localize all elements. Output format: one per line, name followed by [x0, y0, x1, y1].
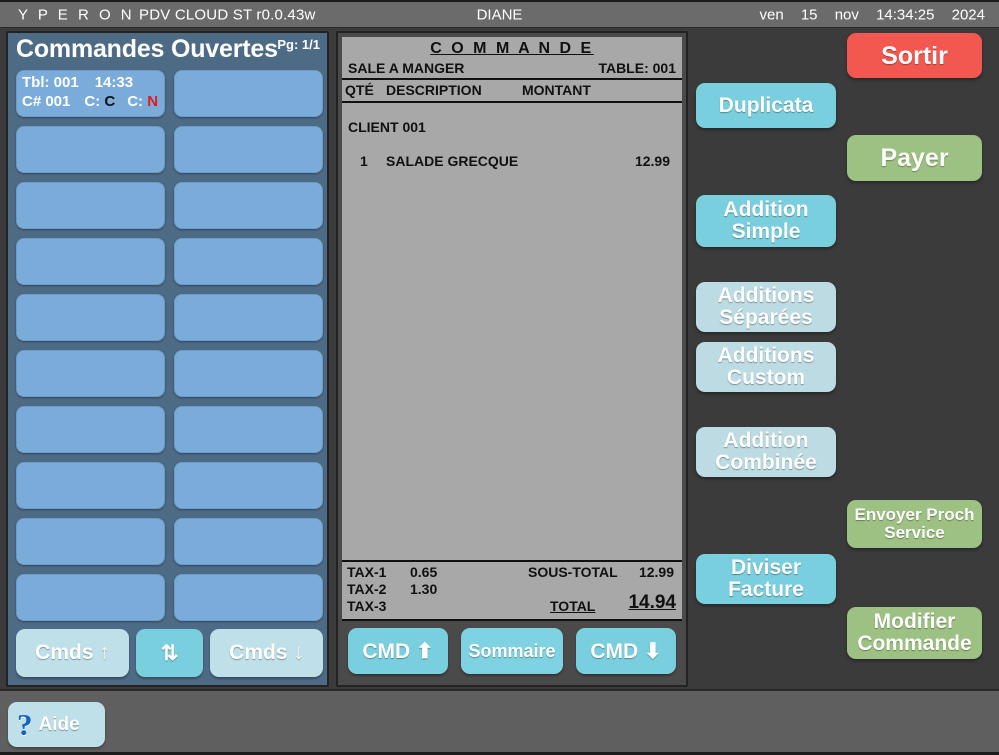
- item-list: 1 SALADE GRECQUE 12.99: [348, 153, 676, 173]
- item-amount: 12.99: [634, 153, 670, 169]
- order-tile-empty[interactable]: [174, 182, 323, 229]
- pay-button[interactable]: Payer: [847, 135, 982, 181]
- tile-time-label: 14:33: [94, 74, 134, 91]
- order-tile-empty[interactable]: [174, 406, 323, 453]
- order-tile-empty[interactable]: [174, 294, 323, 341]
- order-tile-empty[interactable]: [174, 518, 323, 565]
- page-indicator: Pg: 1/1: [277, 37, 320, 52]
- order-tile-empty[interactable]: [16, 406, 165, 453]
- client-label: CLIENT 001: [348, 119, 426, 135]
- panel-title: Commandes Ouvertes: [16, 35, 278, 63]
- order-navigation: Cmds ↑ ⇅ Cmds ↓: [16, 629, 323, 677]
- order-tile-empty[interactable]: [174, 574, 323, 621]
- split-bill-button[interactable]: Diviser Facture: [696, 554, 836, 604]
- receipt-totals: TAX-1 0.65 TAX-2 1.30 TAX-3 SOUS-TOTAL 12.99…: [342, 560, 682, 616]
- datetime-display: ven 15 nov 14:34:25 2024: [746, 6, 985, 23]
- column-header-amount: MONTANT: [522, 82, 591, 98]
- tax-label: TAX-3: [347, 598, 387, 614]
- custom-bills-button[interactable]: Additions Custom: [696, 342, 836, 392]
- column-header-description: DESCRIPTION: [386, 82, 482, 98]
- tile-check-label: C# 001: [22, 93, 71, 110]
- help-button[interactable]: ? Aide: [8, 702, 105, 747]
- duplicate-button[interactable]: Duplicata: [696, 83, 836, 128]
- separate-bills-button[interactable]: Additions Séparées: [696, 282, 836, 332]
- receipt-action-bar: CMD ⬆ Sommaire CMD ⬇: [342, 619, 682, 681]
- orders-sort-toggle-button[interactable]: ⇅: [136, 629, 203, 677]
- order-tile-empty[interactable]: [174, 238, 323, 285]
- item-description: SALADE GRECQUE: [386, 153, 519, 169]
- tax-value: 0.65: [410, 564, 438, 580]
- order-tile-empty[interactable]: [16, 294, 165, 341]
- order-scroll-down-button[interactable]: CMD ⬇: [576, 628, 676, 674]
- order-tile-empty[interactable]: [16, 182, 165, 229]
- orders-page-up-button[interactable]: Cmds ↑: [16, 629, 129, 677]
- dining-room-label: SALE A MANGER: [348, 60, 465, 76]
- open-orders-header: Commandes Ouvertes Pg: 1/1: [8, 33, 327, 65]
- receipt-meta: SALE A MANGER TABLE: 001: [342, 58, 682, 80]
- tile-status-c2: C: N: [127, 93, 159, 110]
- table-number-label: TABLE: 001: [598, 60, 676, 76]
- pos-application: Y P E R O N PDV CLOUD ST r0.0.43w DIANE …: [0, 0, 999, 755]
- action-button-panel: Sortir Duplicata Payer Addition Simple A…: [692, 29, 997, 687]
- question-mark-icon: ?: [17, 707, 33, 742]
- tax-value: 1.30: [410, 581, 438, 597]
- order-tile-grid: Tbl: 001 14:33 C# 001 C: C C: N: [16, 70, 323, 621]
- order-tile-empty[interactable]: [16, 518, 165, 565]
- receipt-title: C O M M A N D E: [430, 40, 594, 57]
- column-header-qty: QTÉ: [345, 82, 374, 98]
- send-next-service-button[interactable]: Envoyer Proch Service: [847, 500, 982, 548]
- orders-page-down-button[interactable]: Cmds ↓: [210, 629, 323, 677]
- order-tile-empty[interactable]: [174, 126, 323, 173]
- combined-bill-button[interactable]: Addition Combinée: [696, 427, 836, 477]
- order-scroll-up-button[interactable]: CMD ⬆: [348, 628, 448, 674]
- modify-order-button[interactable]: Modifier Commande: [847, 607, 982, 659]
- tile-status-c1: C: C: [84, 93, 116, 110]
- receipt-column-headers: QTÉ DESCRIPTION MONTANT: [342, 80, 682, 103]
- year-label: 2024: [951, 6, 985, 23]
- status-bar: ? Aide: [0, 689, 999, 755]
- month-label: nov: [834, 6, 859, 23]
- order-tile-empty[interactable]: [174, 70, 323, 117]
- subtotal-value: 12.99: [638, 564, 674, 580]
- receipt-paper: C O M M A N D E SALE A MANGER TABLE: 001…: [342, 37, 682, 681]
- total-label: TOTAL: [550, 598, 596, 614]
- tax-label: TAX-2: [347, 581, 387, 597]
- order-tile-occupied[interactable]: Tbl: 001 14:33 C# 001 C: C C: N: [16, 70, 165, 117]
- exit-button[interactable]: Sortir: [847, 33, 982, 78]
- title-bar: Y P E R O N PDV CLOUD ST r0.0.43w DIANE …: [0, 0, 999, 28]
- receipt-item-row[interactable]: 1 SALADE GRECQUE 12.99: [348, 153, 676, 173]
- order-tile-empty[interactable]: [16, 350, 165, 397]
- receipt-line-items[interactable]: CLIENT 001 1 SALADE GRECQUE 12.99: [342, 111, 682, 574]
- simple-bill-button[interactable]: Addition Simple: [696, 195, 836, 247]
- tax-row: TAX-1 0.65: [342, 564, 682, 581]
- order-tile-empty[interactable]: [16, 126, 165, 173]
- order-tile-empty[interactable]: [16, 462, 165, 509]
- day-label: 15: [800, 6, 818, 23]
- order-tile-empty[interactable]: [16, 574, 165, 621]
- open-orders-panel: Commandes Ouvertes Pg: 1/1 Tbl: 001 14:33…: [6, 31, 329, 687]
- clock-label: 14:34:25: [876, 6, 935, 23]
- item-qty: 1: [360, 153, 368, 169]
- order-tile-empty[interactable]: [174, 350, 323, 397]
- order-tile-empty[interactable]: [16, 238, 165, 285]
- tax-label: TAX-1: [347, 564, 387, 580]
- order-receipt-panel: C O M M A N D E SALE A MANGER TABLE: 001…: [336, 31, 688, 687]
- weekday-label: ven: [759, 6, 784, 23]
- help-button-label: Aide: [38, 713, 80, 735]
- order-tile-empty[interactable]: [174, 462, 323, 509]
- subtotal-label: SOUS-TOTAL: [528, 564, 618, 580]
- total-value: 14.94: [628, 592, 676, 613]
- tile-table-label: Tbl: 001: [22, 74, 79, 91]
- summary-button[interactable]: Sommaire: [461, 628, 563, 674]
